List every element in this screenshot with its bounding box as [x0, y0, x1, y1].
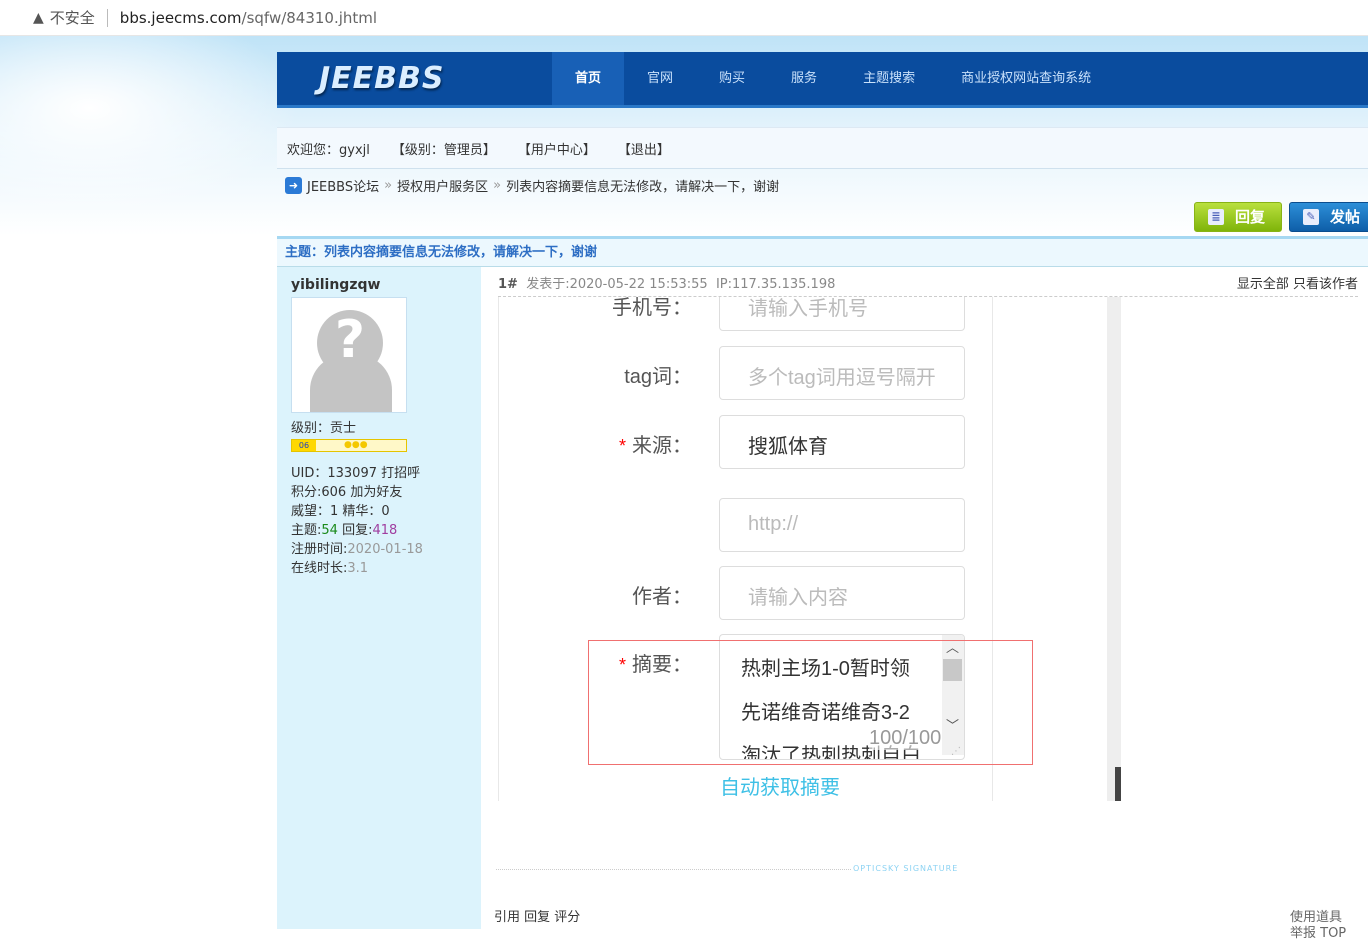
field-label: 作者： [632, 586, 692, 608]
url-host: bbs.jeecms.com [119, 8, 242, 27]
logout-link[interactable]: 【退出】 [618, 139, 670, 158]
security-label[interactable]: 不安全 [50, 7, 95, 28]
avatar: ? [291, 297, 407, 413]
level-badge: 06 [292, 440, 316, 451]
level-stars-icon: ●●● [344, 440, 368, 450]
author-input: 请输入内容 [719, 566, 965, 620]
nav-license-query[interactable]: 商业授权网站查询系统 [938, 52, 1114, 105]
background-glow [0, 36, 300, 216]
user-level: 【级别：管理员】 [391, 142, 496, 158]
post-actions[interactable]: 引用 回复 评分 [494, 906, 580, 925]
arrow-right-icon: ➜ [285, 177, 302, 194]
logo[interactable]: JEEBBS [277, 61, 552, 96]
breadcrumb-topic: 列表内容摘要信息无法修改，请解决一下，谢谢 [506, 180, 780, 195]
post-ip: IP:117.35.135.198 [715, 277, 836, 292]
source-input: 搜狐体育 [719, 415, 965, 469]
reply-button[interactable]: ≣ 回复 [1194, 202, 1282, 232]
tag-input: 多个tag词用逗号隔开 [719, 346, 965, 400]
new-post-button[interactable]: ✎ 发帖 [1289, 202, 1368, 232]
points: 积分:606 [291, 485, 347, 500]
document-icon: ≣ [1208, 209, 1224, 225]
level-bar: 06 ●●● [291, 439, 407, 452]
post-label: 发帖 [1330, 208, 1361, 226]
address-bar[interactable]: ▲ 不安全 bbs.jeecms.com /sqfw/84310.jhtml [0, 0, 1368, 36]
reg-label: 注册时间: [291, 542, 348, 557]
online-label: 在线时长: [291, 561, 348, 576]
phone-input: 请输入手机号 [719, 297, 965, 331]
field-label: 手机号： [612, 297, 692, 319]
required-mark: * [618, 436, 626, 456]
nav-home[interactable]: 首页 [552, 52, 625, 105]
only-author-link[interactable]: 只看该作者 [1293, 277, 1358, 292]
replies-label: 回复: [337, 523, 373, 538]
uid: UID：133097 [291, 466, 377, 481]
replies-count: 418 [372, 523, 398, 538]
user-center-link[interactable]: 【用户中心】 [518, 139, 596, 158]
author-name[interactable]: yibilingzqw [291, 277, 481, 293]
reg-date: 2020-01-18 [347, 542, 423, 557]
breadcrumb-section[interactable]: 授权用户服务区 [397, 176, 488, 195]
online-time: 3.1 [347, 561, 369, 576]
author-level: 级别：贡士 [291, 421, 357, 436]
breadcrumb-sep: » [493, 178, 502, 193]
signature-divider [496, 869, 851, 870]
field-label: 来源： [632, 435, 692, 457]
highlight-box [588, 640, 1033, 765]
nav-official[interactable]: 官网 [624, 52, 696, 105]
nav-topic-search[interactable]: 主题搜索 [840, 52, 938, 105]
topic-title: 主题：列表内容摘要信息无法修改，请解决一下，谢谢 [277, 236, 1368, 267]
breadcrumb-forum[interactable]: JEEBBS论坛 [307, 176, 379, 195]
url-input: http:// [719, 498, 965, 552]
welcome-text: 欢迎您：gyxjl [287, 142, 370, 158]
add-friend-link[interactable]: 加为好友 [350, 485, 402, 500]
floor-number: 1# [498, 277, 518, 292]
divider [106, 8, 108, 27]
author-panel: yibilingzqw ? 级别：贡士 06 ●●● UID：133097 打招呼… [277, 267, 481, 929]
greet-link[interactable]: 打招呼 [381, 466, 420, 481]
signature-label: OPTICSKY SIGNATURE [853, 864, 959, 873]
edit-icon: ✎ [1303, 209, 1319, 225]
prestige: 威望：1 精华：0 [291, 504, 390, 519]
post-header: 1# 发表于:2020-05-22 15:53:55 IP:117.35.135… [498, 273, 1358, 297]
breadcrumb: ➜ JEEBBS论坛 » 授权用户服务区 » 列表内容摘要信息无法修改，请解决一… [285, 176, 779, 195]
field-label: tag词： [624, 366, 692, 388]
show-all-link[interactable]: 显示全部 [1237, 277, 1289, 292]
breadcrumb-sep: » [384, 178, 393, 193]
warning-icon: ▲ [33, 9, 44, 26]
post-time: 发表于:2020-05-22 15:53:55 [526, 277, 708, 292]
report-top-links[interactable]: 举报 TOP [1290, 922, 1346, 941]
nav-service[interactable]: 服务 [768, 52, 840, 105]
reply-label: 回复 [1235, 208, 1266, 226]
main-nav: JEEBBS 首页 官网 购买 服务 主题搜索 商业授权网站查询系统 [277, 52, 1368, 108]
nav-buy[interactable]: 购买 [696, 52, 768, 105]
auto-summary-link: 自动获取摘要 [720, 777, 840, 799]
welcome-bar: 欢迎您：gyxjl 【级别：管理员】 【用户中心】 【退出】 [277, 127, 1368, 169]
topics-label: 主题: [291, 523, 322, 538]
topics-count: 54 [321, 523, 338, 538]
url-path: /sqfw/84310.jhtml [241, 8, 378, 27]
